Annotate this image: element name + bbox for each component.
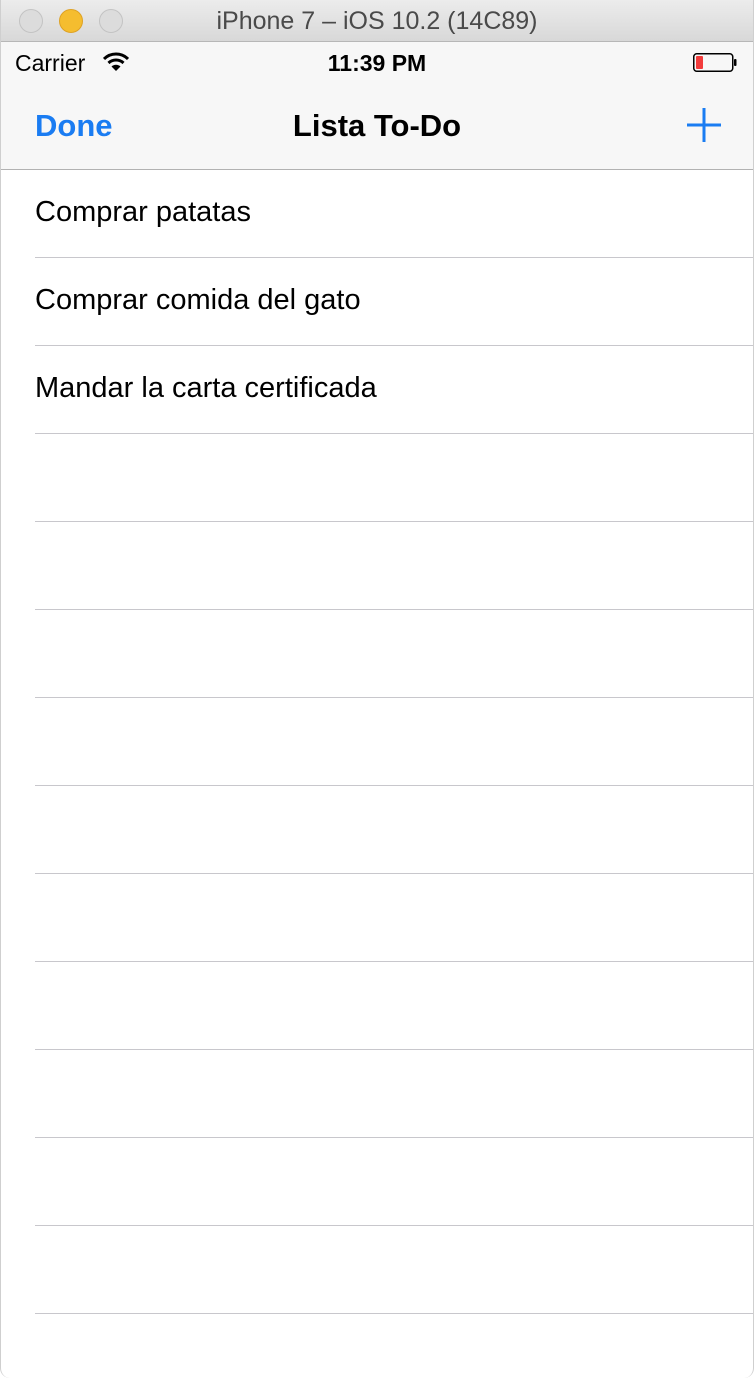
- todo-table: Comprar patatas Comprar comida del gato Ma…: [1, 170, 753, 1314]
- window-title: iPhone 7 – iOS 10.2 (14C89): [216, 7, 538, 35]
- todo-item-label: Mandar la carta certificada: [35, 372, 377, 404]
- status-bar: Carrier 11:39 PM: [1, 42, 753, 82]
- navigation-bar: Done Lista To-Do: [1, 82, 753, 170]
- todo-item[interactable]: Mandar la carta certificada: [1, 346, 753, 434]
- row-separator: [35, 1313, 753, 1314]
- add-icon[interactable]: [685, 106, 723, 144]
- simulator-window: iPhone 7 – iOS 10.2 (14C89) Carrier 11:3…: [0, 0, 754, 1378]
- empty-row[interactable]: [1, 1226, 753, 1314]
- todo-item-label: Comprar comida del gato: [35, 284, 361, 316]
- todo-item[interactable]: Comprar patatas: [1, 170, 753, 258]
- clock: 11:39 PM: [327, 50, 427, 76]
- empty-row[interactable]: [1, 610, 753, 698]
- empty-row[interactable]: [1, 962, 753, 1050]
- empty-row[interactable]: [1, 698, 753, 786]
- todo-item-label: Comprar patatas: [35, 196, 251, 228]
- empty-row[interactable]: [1, 786, 753, 874]
- window-titlebar: iPhone 7 – iOS 10.2 (14C89): [1, 0, 753, 42]
- empty-row[interactable]: [1, 874, 753, 962]
- empty-row[interactable]: [1, 1138, 753, 1226]
- empty-row[interactable]: [1, 434, 753, 522]
- todo-item[interactable]: Comprar comida del gato: [1, 258, 753, 346]
- empty-row[interactable]: [1, 522, 753, 610]
- page-title: Lista To-Do: [292, 108, 462, 143]
- battery-icon: [693, 53, 737, 72]
- empty-row[interactable]: [1, 1050, 753, 1138]
